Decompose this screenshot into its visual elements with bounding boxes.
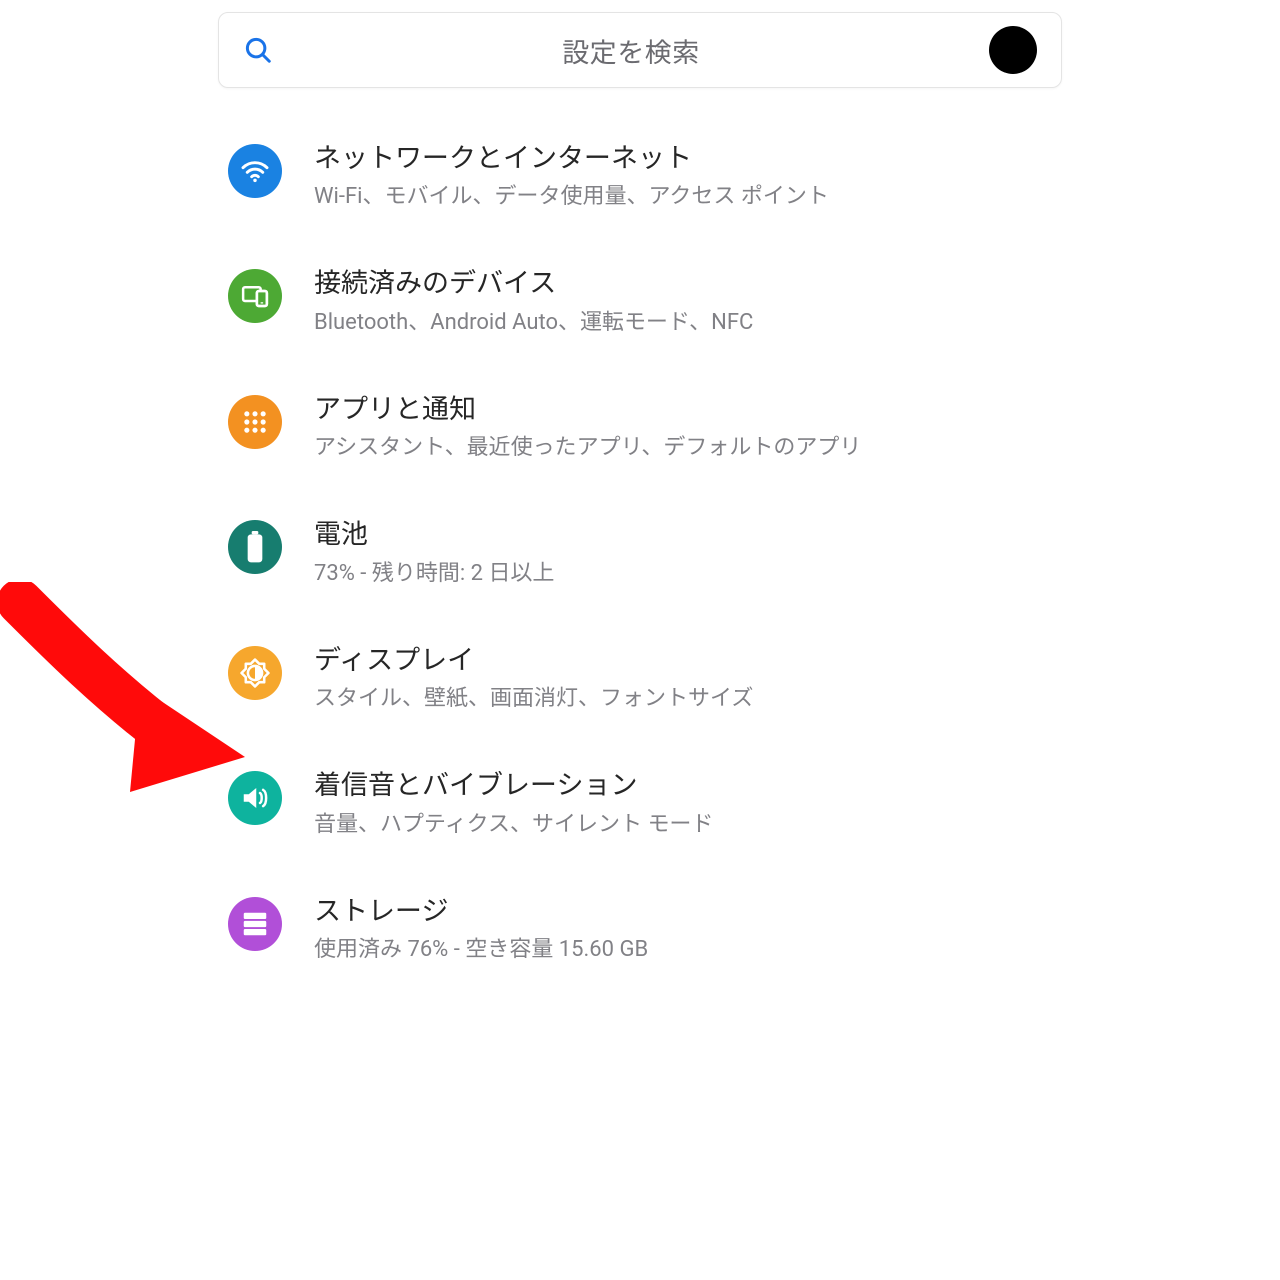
settings-item-storage[interactable]: ストレージ 使用済み 76% - 空き容量 15.60 GB <box>228 867 1052 992</box>
search-placeholder: 設定を検索 <box>273 31 989 70</box>
avatar[interactable] <box>989 26 1037 74</box>
settings-item-subtitle: アシスタント、最近使ったアプリ、デフォルトのアプリ <box>314 431 1052 464</box>
search-icon <box>243 35 273 65</box>
settings-item-title: ネットワークとインターネット <box>314 140 1052 176</box>
battery-icon <box>228 520 282 574</box>
settings-screen: 設定を検索 ネットワークとインターネット Wi-Fi、モバイル、データ使用量、ア… <box>0 0 1280 992</box>
settings-item-network[interactable]: ネットワークとインターネット Wi-Fi、モバイル、データ使用量、アクセス ポイ… <box>228 114 1052 239</box>
settings-item-display[interactable]: ディスプレイ スタイル、壁紙、画面消灯、フォントサイズ <box>228 616 1052 741</box>
settings-item-subtitle: スタイル、壁紙、画面消灯、フォントサイズ <box>314 682 1052 715</box>
settings-item-subtitle: 使用済み 76% - 空き容量 15.60 GB <box>314 933 1052 966</box>
apps-icon <box>228 395 282 449</box>
search-bar[interactable]: 設定を検索 <box>218 12 1062 88</box>
settings-item-connected-devices[interactable]: 接続済みのデバイス Bluetooth、Android Auto、運転モード、N… <box>228 239 1052 364</box>
volume-icon <box>228 771 282 825</box>
wifi-icon <box>228 144 282 198</box>
settings-list: ネットワークとインターネット Wi-Fi、モバイル、データ使用量、アクセス ポイ… <box>0 114 1280 992</box>
settings-item-subtitle: Wi-Fi、モバイル、データ使用量、アクセス ポイント <box>314 180 1052 213</box>
settings-item-title: 接続済みのデバイス <box>314 265 1052 301</box>
settings-item-title: 着信音とバイブレーション <box>314 767 1052 803</box>
settings-item-subtitle: Bluetooth、Android Auto、運転モード、NFC <box>314 306 1052 339</box>
storage-icon <box>228 897 282 951</box>
brightness-icon <box>228 646 282 700</box>
settings-item-title: ディスプレイ <box>314 642 1052 678</box>
settings-item-title: 電池 <box>314 516 1052 552</box>
devices-icon <box>228 269 282 323</box>
settings-item-title: ストレージ <box>314 893 1052 929</box>
settings-item-subtitle: 音量、ハプティクス、サイレント モード <box>314 808 1052 841</box>
settings-item-battery[interactable]: 電池 73% - 残り時間: 2 日以上 <box>228 490 1052 615</box>
settings-item-sound[interactable]: 着信音とバイブレーション 音量、ハプティクス、サイレント モード <box>228 741 1052 866</box>
settings-item-apps[interactable]: アプリと通知 アシスタント、最近使ったアプリ、デフォルトのアプリ <box>228 365 1052 490</box>
settings-item-title: アプリと通知 <box>314 391 1052 427</box>
settings-item-subtitle: 73% - 残り時間: 2 日以上 <box>314 557 1052 590</box>
